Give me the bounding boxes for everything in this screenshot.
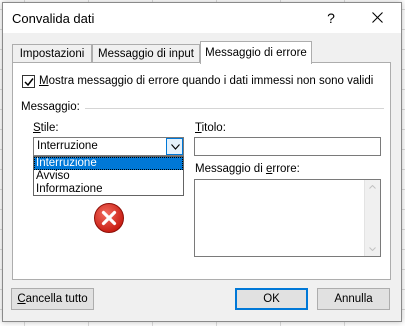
dialog-title: Convalida dati: [12, 11, 95, 26]
error-message-textarea[interactable]: [194, 179, 381, 257]
show-error-label: Mostra messaggio di errore quando i dati…: [39, 75, 374, 87]
data-validation-dialog: Convalida dati ? Impostazioni Messaggio …: [2, 2, 402, 322]
help-button[interactable]: ?: [319, 8, 343, 28]
group-divider: [85, 108, 384, 109]
close-button[interactable]: [365, 6, 391, 30]
close-icon: [372, 12, 383, 23]
ok-button[interactable]: OK: [235, 288, 308, 310]
title-bar: Convalida dati ?: [3, 3, 401, 33]
style-option-interruzione[interactable]: Interruzione: [34, 157, 183, 170]
show-error-checkbox[interactable]: [22, 74, 35, 88]
show-error-row[interactable]: Mostra messaggio di errore quando i dati…: [22, 73, 373, 89]
error-message-panel: Mostra messaggio di errore quando i dati…: [12, 62, 391, 280]
error-stop-icon: [94, 203, 124, 233]
scroll-down-icon[interactable]: [369, 247, 376, 251]
error-message-label: Messaggio di errore:: [195, 163, 300, 175]
chevron-down-icon: [171, 144, 180, 150]
cancel-button[interactable]: Annulla: [317, 288, 390, 310]
tab-error-message[interactable]: Messaggio di errore: [200, 41, 312, 64]
tab-settings[interactable]: Impostazioni: [12, 44, 92, 63]
scroll-up-icon[interactable]: [369, 185, 376, 189]
style-dropdown-button[interactable]: [166, 138, 183, 155]
style-select-value: Interruzione: [37, 140, 98, 152]
style-dropdown-list: Interruzione Avviso Informazione: [33, 156, 184, 196]
message-group-label: Messaggio:: [21, 101, 80, 113]
style-option-avviso[interactable]: Avviso: [34, 170, 183, 183]
textarea-scrollbar[interactable]: [364, 180, 380, 256]
style-select[interactable]: Interruzione: [33, 137, 184, 156]
title-label: Titolo:: [195, 122, 226, 134]
style-option-informazione[interactable]: Informazione: [34, 183, 183, 196]
tab-input-message[interactable]: Messaggio di input: [92, 44, 200, 63]
clear-all-button[interactable]: Cancella tutto: [11, 288, 94, 310]
checkmark-icon: [24, 77, 34, 86]
title-input[interactable]: [194, 137, 381, 156]
style-label: Stile:: [33, 122, 59, 134]
